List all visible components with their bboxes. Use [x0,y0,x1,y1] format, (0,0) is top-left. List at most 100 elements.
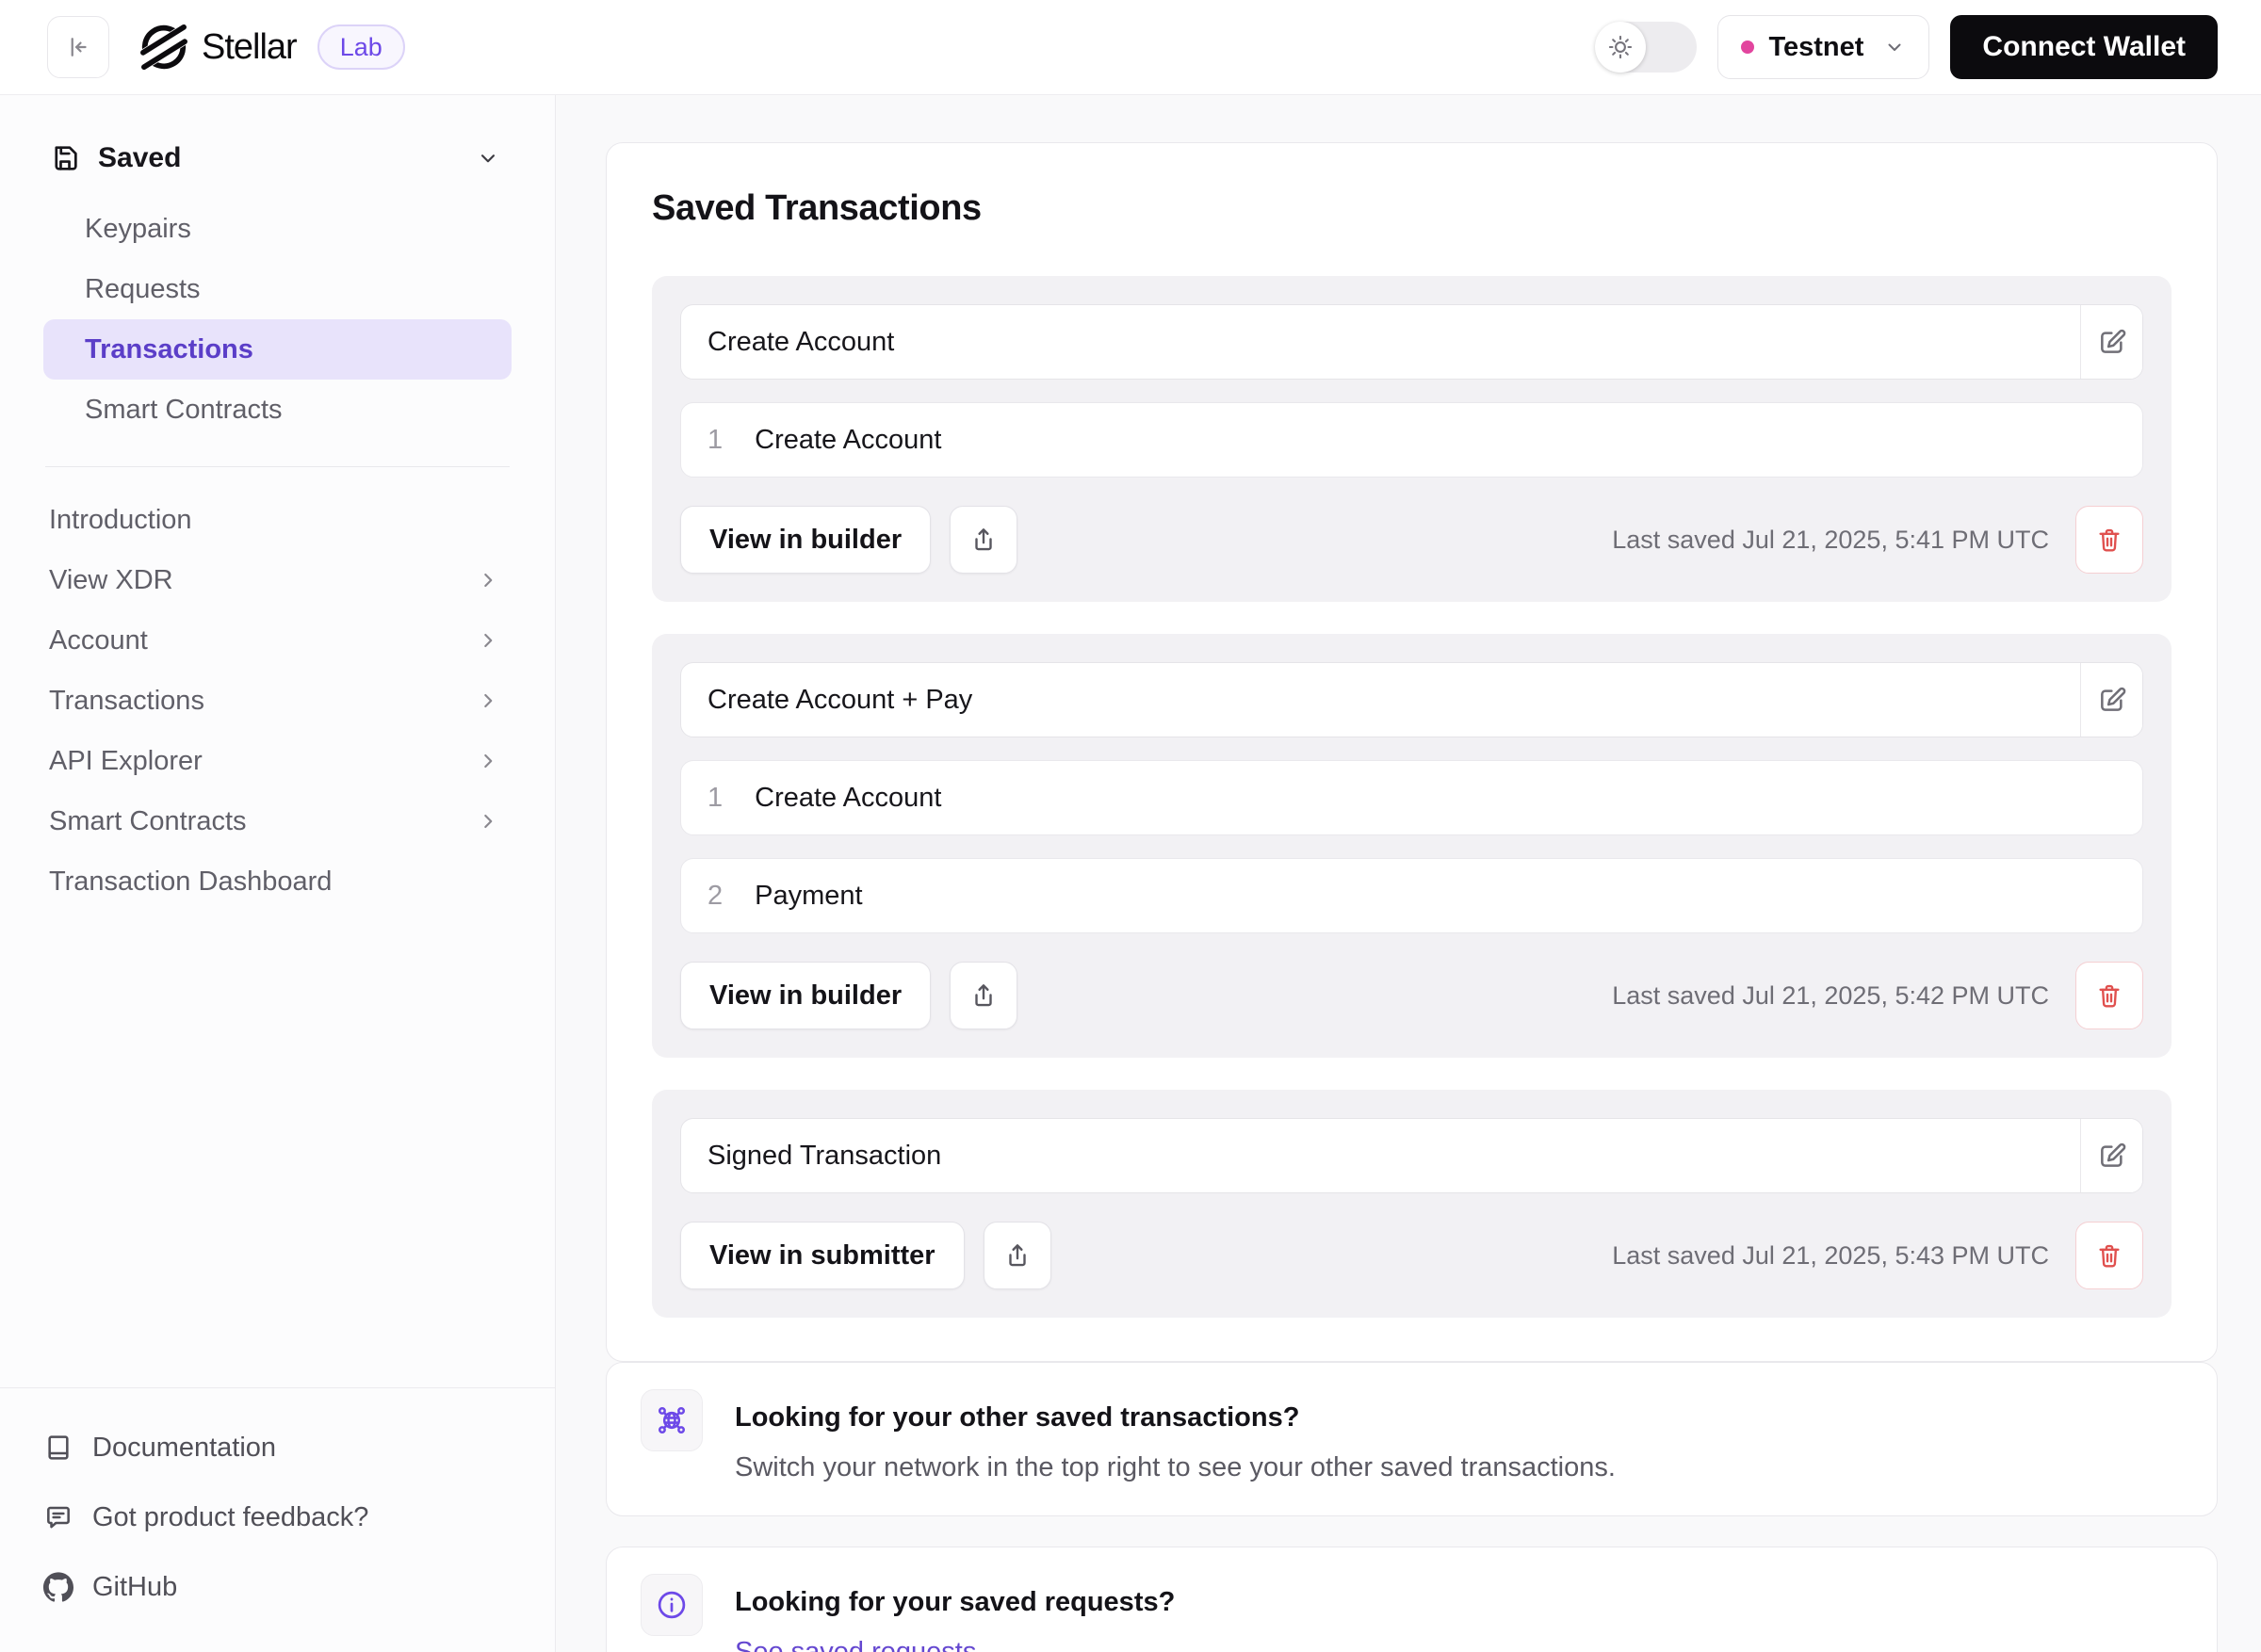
chevron-right-icon [484,693,493,708]
sidebar-nav-item-label: View XDR [49,564,173,595]
feedback-icon [47,1506,70,1529]
operation-row: 1 Create Account [680,402,2143,478]
info-box-title: Looking for your other saved transaction… [735,1402,1300,1433]
sidebar: Saved Keypairs Requests Transactions Sma… [0,95,556,1652]
theme-toggle[interactable] [1595,22,1698,73]
delete-button[interactable] [2075,506,2143,574]
info-box: Looking for your saved requests? See sav… [606,1547,2218,1652]
saved-submenu-item-label: Keypairs [85,213,191,244]
sidebar-nav: Introduction View XDR Account Transactio… [43,490,512,912]
network-icon [658,1406,686,1434]
edit-icon [2100,329,2125,353]
saved-submenu-item[interactable]: Transactions [43,319,512,380]
main-content: Saved Transactions 1 Create Account View… [556,95,2261,1652]
transactions-list: 1 Create Account View in builder Last sa… [652,276,2172,1318]
sidebar-footer-item[interactable]: Documentation [43,1417,512,1479]
share-button[interactable] [983,1222,1051,1289]
chevron-right-icon [484,814,493,829]
trash-icon [2099,528,2120,552]
view-button[interactable]: View in builder [680,962,932,1029]
saved-transaction-card: 1 Create Account View in builder Last sa… [652,276,2172,602]
sidebar-nav-item[interactable]: Account [43,610,512,671]
edit-icon [2100,1142,2125,1167]
transaction-name-group [680,304,2143,380]
saved-submenu-item[interactable]: Keypairs [43,199,512,259]
edit-name-button[interactable] [2080,305,2142,379]
info-box-list: Looking for your other saved transaction… [606,1362,2218,1652]
sidebar-nav-item-label: Smart Contracts [49,805,247,836]
sidebar-nav-item-label: Account [49,624,148,656]
operation-row: 2 Payment [680,858,2143,933]
operations-list: 1 Create Account 2 Payment [680,760,2143,933]
info-icon [658,1591,686,1619]
stellar-logo [139,23,188,72]
transaction-actions: View in builder Last saved Jul 21, 2025,… [680,506,2143,574]
book-icon [48,1435,69,1460]
transaction-name-group [680,1118,2143,1193]
stellar-lab-app: Stellar Lab Testnet Connect Wallet Saved… [0,0,2261,1652]
connect-wallet-button[interactable]: Connect Wallet [1950,15,2218,79]
view-button[interactable]: View in builder [680,506,932,574]
saved-transaction-card: View in submitter Last saved Jul 21, 202… [652,1090,2172,1318]
share-icon [975,984,992,1007]
operations-list: 1 Create Account [680,402,2143,478]
sidebar-footer: Documentation Got product feedback? GitH… [0,1387,555,1652]
edit-name-button[interactable] [2080,663,2142,737]
sidebar-group-label: Saved [98,142,182,173]
operation-index: 1 [708,782,724,813]
operation-index: 2 [708,880,724,911]
transaction-name-input[interactable] [681,663,2080,737]
save-icon [55,146,77,170]
network-select[interactable]: Testnet [1717,15,1930,79]
info-box: Looking for your other saved transaction… [606,1362,2218,1516]
last-saved-text: Last saved Jul 21, 2025, 5:41 PM UTC [1612,525,2049,554]
sidebar-nav-item[interactable]: Introduction [43,490,512,550]
sidebar-group-saved[interactable]: Saved [43,133,512,184]
saved-submenu-item-label: Transactions [85,333,253,364]
saved-submenu-item[interactable]: Smart Contracts [43,380,512,440]
info-box-title: Looking for your saved requests? [735,1587,1176,1617]
saved-submenu-item[interactable]: Requests [43,259,512,319]
edit-name-button[interactable] [2080,1119,2142,1192]
view-button[interactable]: View in submitter [680,1222,965,1289]
sidebar-nav-item[interactable]: API Explorer [43,731,512,791]
sidebar-nav-item[interactable]: Transactions [43,671,512,731]
sidebar-nav-item-label: Introduction [49,504,192,535]
info-box-body: Looking for your other saved transaction… [735,1389,1616,1483]
top-bar: Stellar Lab Testnet Connect Wallet [0,0,2261,95]
chevron-right-icon [484,753,493,769]
github-icon [43,1572,73,1602]
sidebar-footer-item[interactable]: GitHub [43,1556,512,1618]
transaction-name-group [680,662,2143,737]
transaction-name-input[interactable] [681,305,2080,379]
see-saved-requests-link[interactable]: See saved requests [735,1637,976,1652]
last-saved-text: Last saved Jul 21, 2025, 5:42 PM UTC [1612,980,2049,1010]
lab-badge: Lab [317,24,405,70]
info-box-icon-wrap [641,1574,703,1636]
sidebar-nav-item-label: Transactions [49,685,204,716]
operation-label: Payment [755,880,863,911]
chevron-down-icon [1888,43,1901,51]
transaction-actions: View in builder Last saved Jul 21, 2025,… [680,962,2143,1029]
saved-submenu-item-label: Smart Contracts [85,394,283,425]
last-saved-text: Last saved Jul 21, 2025, 5:43 PM UTC [1612,1240,2049,1270]
page-title: Saved Transactions [652,188,982,228]
delete-button[interactable] [2075,962,2143,1029]
transaction-name-input[interactable] [681,1119,2080,1192]
sidebar-nav-item[interactable]: Smart Contracts [43,791,512,851]
sidebar-nav-item[interactable]: View XDR [43,550,512,610]
sidebar-nav-item[interactable]: Transaction Dashboard [43,851,512,912]
share-button[interactable] [950,962,1018,1029]
delete-button[interactable] [2075,1222,2143,1289]
info-box-icon-wrap [641,1389,703,1451]
chevron-right-icon [484,633,493,648]
header-actions: Testnet Connect Wallet [1595,15,2218,79]
saved-transactions-card: Saved Transactions 1 Create Account View… [606,142,2218,1362]
trash-icon [2099,1244,2120,1268]
share-button[interactable] [950,506,1018,574]
sidebar-footer-item-label: GitHub [92,1571,178,1602]
edit-icon [2100,687,2125,711]
trash-icon [2099,984,2120,1008]
sidebar-footer-item[interactable]: Got product feedback? [43,1486,512,1548]
collapse-sidebar-button[interactable] [47,16,109,78]
